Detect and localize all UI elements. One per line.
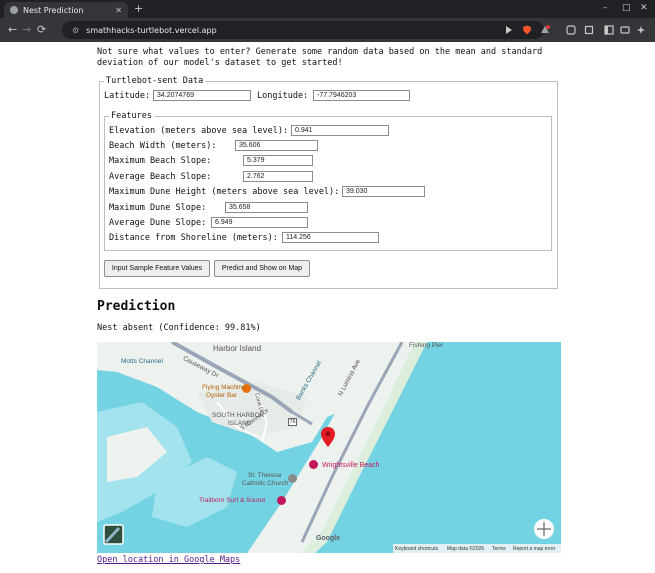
fishing-pier-label: Fishing Pier <box>409 342 444 349</box>
close-window-button[interactable]: ✕ <box>640 3 648 13</box>
avg-beach-slope-input[interactable] <box>243 171 313 182</box>
beach-width-input[interactable] <box>235 140 318 151</box>
cast-icon[interactable] <box>504 25 514 35</box>
beach-poi-icon[interactable] <box>309 460 318 469</box>
longitude-label: Longitude: <box>257 91 309 101</box>
max-dune-height-label: Maximum Dune Height (meters above sea le… <box>109 187 340 197</box>
latitude-label: Latitude: <box>104 91 151 101</box>
map-graphic <box>97 342 561 553</box>
report-map-error-link[interactable]: Report a map error <box>513 545 555 553</box>
intro-text: Not sure what values to enter? Generate … <box>97 47 543 68</box>
beach-width-label: Beach Width (meters): <box>109 141 217 151</box>
st-therese-label-1: St. Therese <box>248 472 282 479</box>
prediction-result: Nest absent (Confidence: 99.81%) <box>97 323 261 333</box>
terms-link[interactable]: Terms <box>492 545 506 553</box>
st-therese-label-2: Catholic Church <box>242 480 289 487</box>
wrightsville-beach-label: Wrightsville Beach <box>322 462 380 469</box>
brave-shield-icon[interactable] <box>522 25 532 35</box>
location-marker-icon[interactable] <box>321 427 335 447</box>
latitude-input[interactable] <box>153 90 251 101</box>
sample-values-button[interactable]: Input Sample Feature Values <box>104 260 210 277</box>
address-bar[interactable]: ⚙ smathhacks-turtlebot.vercel.app <box>62 21 544 39</box>
leo-ai-icon[interactable] <box>636 25 646 35</box>
max-beach-slope-label: Maximum Beach Slope: <box>109 156 212 166</box>
prediction-heading: Prediction <box>97 299 176 314</box>
tab-close-icon[interactable]: ✕ <box>115 6 122 15</box>
url-text: smathhacks-turtlebot.vercel.app <box>86 25 217 35</box>
hotel-icon[interactable] <box>277 496 286 505</box>
church-icon[interactable] <box>288 474 297 483</box>
extensions-icon[interactable] <box>566 25 576 35</box>
maximize-button[interactable]: □ <box>622 3 631 13</box>
distance-label: Distance from Shoreline (meters): <box>109 233 278 243</box>
forward-button[interactable]: → <box>22 23 31 37</box>
google-maps-link[interactable]: Open location in Google Maps <box>97 555 240 565</box>
avg-dune-slope-label: Average Dune Slope: <box>109 218 207 228</box>
tab-title: Nest Prediction <box>23 5 84 15</box>
max-dune-slope-label: Maximum Dune Slope: <box>109 203 207 213</box>
browser-toolbar: ← → ⟳ ⚙ smathhacks-turtlebot.vercel.app <box>0 18 655 42</box>
motts-channel-label: Motts Channel <box>121 358 163 365</box>
max-beach-slope-input[interactable] <box>243 155 313 166</box>
back-button[interactable]: ← <box>8 23 17 37</box>
site-info-icon[interactable]: ⚙ <box>72 26 79 35</box>
browser-tab-bar: Nest Prediction ✕ + – □ ✕ <box>0 0 655 18</box>
avg-dune-slope-input[interactable] <box>211 217 308 228</box>
new-tab-button[interactable]: + <box>134 2 143 16</box>
route-shield: 76 <box>288 418 297 426</box>
distance-input[interactable] <box>282 232 379 243</box>
reload-button[interactable]: ⟳ <box>37 23 46 37</box>
google-logo: Google <box>316 535 341 542</box>
max-dune-slope-input[interactable] <box>225 202 308 213</box>
bookmark-icon[interactable] <box>584 25 594 35</box>
elevation-input[interactable] <box>291 125 389 136</box>
features-legend: Features <box>111 111 152 121</box>
rewards-icon[interactable] <box>540 25 550 35</box>
avg-beach-slope-label: Average Beach Slope: <box>109 172 212 182</box>
longitude-input[interactable] <box>313 90 410 101</box>
trailborn-label: Trailborn Surf & Sound <box>199 497 265 504</box>
map-view[interactable]: 76 Harbor Island Motts Channel Flying Ma… <box>97 342 561 553</box>
minimize-button[interactable]: – <box>603 3 608 13</box>
flying-machine-label-2: Oyster Bar <box>206 392 238 399</box>
turtlebot-legend: Turtlebot-sent Data <box>106 76 204 86</box>
harbor-island-label: Harbor Island <box>213 344 262 353</box>
map-data-text: Map data ©2026 <box>447 546 485 552</box>
sidebar-icon[interactable] <box>604 25 614 35</box>
max-dune-height-input[interactable] <box>342 186 425 197</box>
globe-icon <box>10 6 18 14</box>
keyboard-shortcuts-link[interactable]: Keyboard shortcuts <box>395 545 438 553</box>
wallet-icon[interactable] <box>620 25 630 35</box>
elevation-label: Elevation (meters above sea level): <box>109 126 289 136</box>
flying-machine-label-1: Flying Machine <box>202 384 246 391</box>
browser-tab[interactable]: Nest Prediction ✕ <box>4 2 128 18</box>
predict-button[interactable]: Predict and Show on Map <box>214 260 310 277</box>
